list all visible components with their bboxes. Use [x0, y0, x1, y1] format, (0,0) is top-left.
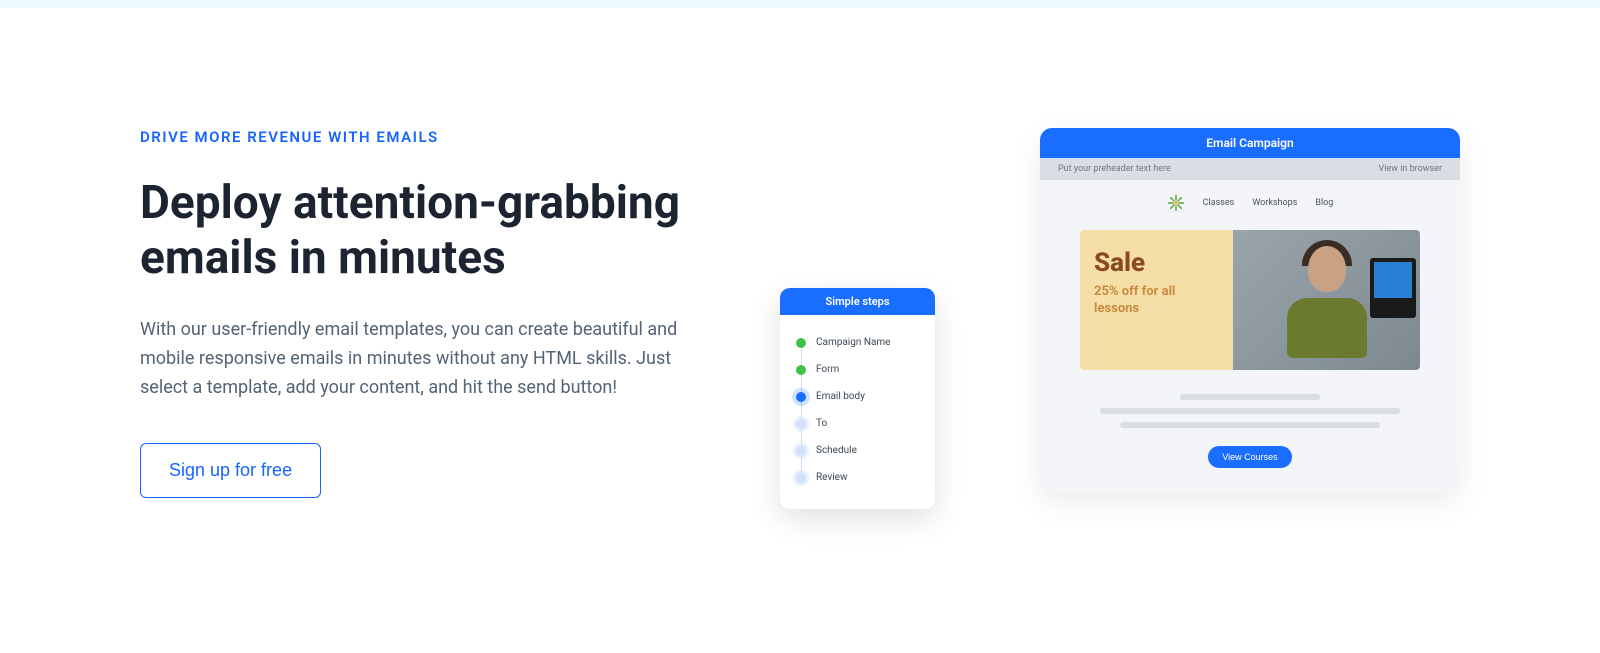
skeleton-line — [1120, 422, 1380, 428]
sale-heading: Sale — [1094, 248, 1219, 278]
step-label: To — [816, 418, 827, 429]
step-email-body[interactable]: Email body — [796, 383, 919, 410]
nav-classes[interactable]: Classes — [1203, 198, 1235, 208]
step-dot-complete-icon — [796, 365, 806, 375]
monitor-shape — [1370, 258, 1416, 318]
top-accent-bar — [0, 0, 1600, 8]
step-form[interactable]: Form — [796, 356, 919, 383]
step-dot-pending-icon — [796, 446, 806, 456]
sale-subheading: 25% off for all lessons — [1094, 284, 1219, 318]
illustration-area: Email Campaign Put your preheader text h… — [780, 128, 1460, 528]
step-label: Schedule — [816, 445, 857, 456]
placeholder-lines — [1080, 394, 1420, 428]
hero-content: DRIVE MORE REVENUE WITH EMAILS Deploy at… — [140, 128, 720, 528]
preheader-row: Put your preheader text here View in bro… — [1040, 158, 1460, 180]
step-label: Review — [816, 472, 848, 483]
steps-list: Campaign Name Form Email body To Schedul… — [780, 315, 935, 509]
nav-blog[interactable]: Blog — [1315, 198, 1333, 208]
step-label: Email body — [816, 391, 865, 402]
email-body: Classes Workshops Blog Sale 25% off for … — [1040, 180, 1460, 492]
step-label: Form — [816, 364, 839, 375]
step-dot-current-icon — [796, 392, 806, 402]
email-campaign-preview: Email Campaign Put your preheader text h… — [1040, 128, 1460, 492]
skeleton-line — [1100, 408, 1400, 414]
step-campaign-name[interactable]: Campaign Name — [796, 329, 919, 356]
campaign-title-bar: Email Campaign — [1040, 128, 1460, 158]
step-schedule[interactable]: Schedule — [796, 437, 919, 464]
step-label: Campaign Name — [816, 337, 890, 348]
steps-card: Simple steps Campaign Name Form Email bo… — [780, 288, 935, 509]
step-review[interactable]: Review — [796, 464, 919, 491]
preheader-placeholder: Put your preheader text here — [1058, 164, 1171, 174]
headline: Deploy attention-grabbing emails in minu… — [140, 176, 720, 286]
step-dot-pending-icon — [796, 419, 806, 429]
view-courses-button[interactable]: View Courses — [1208, 446, 1291, 468]
view-in-browser-link[interactable]: View in browser — [1379, 164, 1442, 174]
email-nav: Classes Workshops Blog — [1080, 194, 1420, 212]
step-dot-pending-icon — [796, 473, 806, 483]
step-dot-complete-icon — [796, 338, 806, 348]
body-copy: With our user-friendly email templates, … — [140, 316, 720, 402]
hero-image — [1233, 230, 1420, 370]
eyebrow-text: DRIVE MORE REVENUE WITH EMAILS — [140, 128, 720, 146]
skeleton-line — [1180, 394, 1320, 400]
steps-title: Simple steps — [780, 288, 935, 315]
person-illustration — [1282, 246, 1372, 366]
nav-workshops[interactable]: Workshops — [1252, 198, 1297, 208]
hero-section: DRIVE MORE REVENUE WITH EMAILS Deploy at… — [0, 8, 1600, 528]
email-hero-block: Sale 25% off for all lessons — [1080, 230, 1420, 370]
sale-banner: Sale 25% off for all lessons — [1080, 230, 1233, 370]
brand-logo-icon — [1167, 194, 1185, 212]
signup-button[interactable]: Sign up for free — [140, 443, 321, 498]
step-to[interactable]: To — [796, 410, 919, 437]
